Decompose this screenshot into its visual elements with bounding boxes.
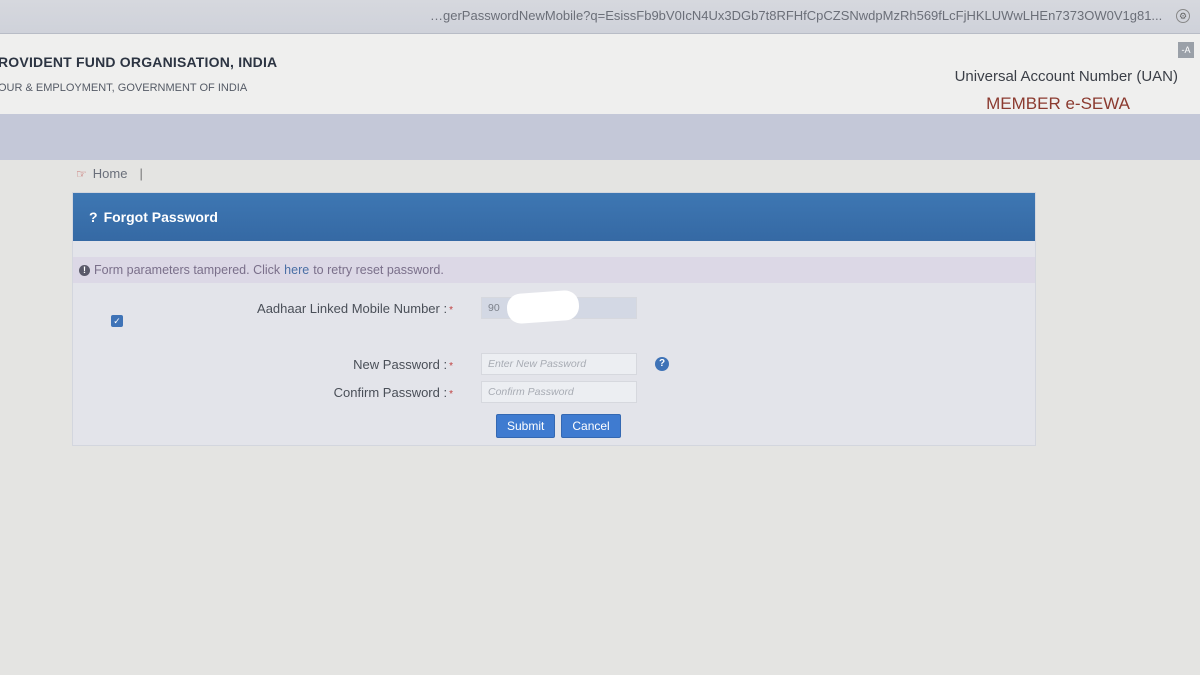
new-password-label-text: New Password : bbox=[353, 356, 448, 372]
mobile-number-value: 90 bbox=[488, 302, 500, 314]
mobile-label: Aadhaar Linked Mobile Number : * bbox=[233, 301, 453, 316]
settings-icon[interactable]: ⚙ bbox=[1176, 9, 1190, 23]
home-icon: ☞ bbox=[76, 166, 87, 181]
browser-url-bar[interactable]: …gerPasswordNewMobile?q=EsissFb9bV0IcN4U… bbox=[0, 0, 1200, 34]
breadcrumb-separator: | bbox=[139, 166, 143, 181]
font-size-decrease-button[interactable]: -A bbox=[1178, 42, 1194, 58]
breadcrumb: ☞ Home | bbox=[76, 166, 143, 181]
panel-title: Forgot Password bbox=[103, 209, 218, 225]
question-icon: ? bbox=[89, 209, 98, 225]
breadcrumb-home-link[interactable]: Home bbox=[93, 166, 128, 181]
new-password-row: New Password : * Enter New Password ? bbox=[233, 353, 669, 375]
exclamation-icon: ! bbox=[79, 264, 90, 276]
organisation-name: ROVIDENT FUND ORGANISATION, INDIA bbox=[0, 54, 278, 70]
submit-button[interactable]: Submit bbox=[496, 414, 556, 438]
redaction-mark bbox=[506, 289, 580, 325]
mobile-number-field[interactable]: 90 bbox=[481, 289, 637, 325]
confirm-password-input[interactable]: Confirm Password bbox=[481, 381, 637, 403]
form-actions: Submit Cancel bbox=[496, 414, 621, 438]
required-mark: * bbox=[449, 360, 453, 372]
mobile-row: Aadhaar Linked Mobile Number : * 90 bbox=[233, 289, 637, 325]
help-icon[interactable]: ? bbox=[655, 357, 669, 371]
panel-header: ? Forgot Password bbox=[73, 193, 1035, 241]
ministry-name: OUR & EMPLOYMENT, GOVERNMENT OF INDIA bbox=[0, 82, 248, 94]
required-mark: * bbox=[449, 388, 453, 400]
alert-text-before: Form parameters tampered. Click bbox=[94, 263, 281, 277]
uan-title: Universal Account Number (UAN) bbox=[954, 68, 1178, 85]
alert-text-after: to retry reset password. bbox=[313, 263, 444, 277]
retry-link[interactable]: here bbox=[284, 263, 309, 277]
error-alert: ! Form parameters tampered. Click here t… bbox=[73, 257, 1035, 283]
new-password-label: New Password : * bbox=[233, 357, 453, 372]
navigation-strip bbox=[0, 114, 1200, 160]
site-header: ROVIDENT FUND ORGANISATION, INDIA OUR & … bbox=[0, 34, 1200, 114]
new-password-input[interactable]: Enter New Password bbox=[481, 353, 637, 375]
confirm-password-row: Confirm Password : * Confirm Password bbox=[233, 381, 637, 403]
confirm-password-label-text: Confirm Password : bbox=[333, 384, 448, 400]
required-mark: * bbox=[449, 304, 453, 316]
confirm-password-label: Confirm Password : * bbox=[233, 385, 453, 400]
portal-name: MEMBER e-SEWA bbox=[986, 94, 1130, 113]
mobile-label-text: Aadhaar Linked Mobile Number : bbox=[257, 300, 448, 316]
url-text[interactable]: …gerPasswordNewMobile?q=EsissFb9bV0IcN4U… bbox=[430, 8, 1170, 23]
forgot-password-panel: ? Forgot Password ! Form parameters tamp… bbox=[72, 192, 1036, 446]
cancel-button[interactable]: Cancel bbox=[561, 414, 621, 438]
agree-checkbox[interactable]: ✓ bbox=[111, 315, 123, 327]
